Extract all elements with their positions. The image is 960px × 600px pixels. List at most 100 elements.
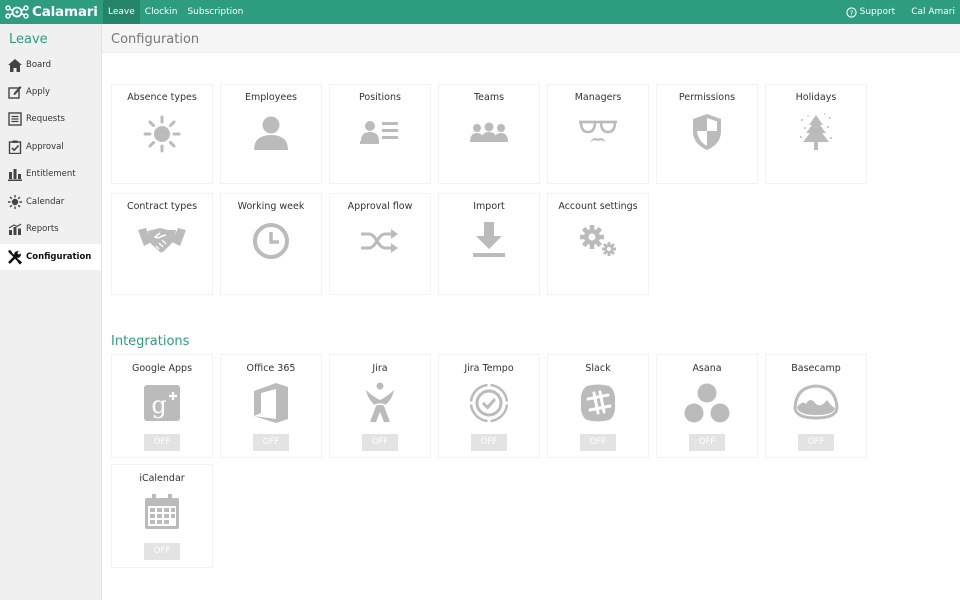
handshake-icon [138,228,186,253]
support-label: Support [859,7,896,17]
sidebar-item-requests[interactable]: Requests [0,106,101,132]
top-bar: Calamari Leave Clockin Subscription ? Su… [0,0,960,24]
clock-icon [253,223,289,259]
integration-card-google-apps[interactable]: Google Apps g OFF [111,354,213,458]
user-menu[interactable]: Cal Amari [911,7,955,17]
sidebar-item-label: Approval [26,142,64,152]
help-circle-icon: ? [845,6,857,18]
config-card-managers[interactable]: Managers [547,84,649,184]
config-card-permissions[interactable]: Permissions [656,84,758,184]
sidebar-item-approval[interactable]: Approval [0,134,101,160]
integration-status-toggle[interactable]: OFF [580,434,616,451]
sidebar-item-label: Board [26,60,51,70]
card-title: Positions [359,92,401,103]
config-card-working-week[interactable]: Working week [220,193,322,295]
logo[interactable]: Calamari [5,3,98,21]
shield-icon [693,114,721,150]
sidebar-item-entitlement[interactable]: Entitlement [0,161,101,187]
config-card-teams[interactable]: Teams [438,84,540,184]
tempo-icon [469,383,509,423]
sidebar-item-label: Requests [26,114,65,124]
integration-card-jira[interactable]: Jira OFF [329,354,431,458]
config-card-absence-types[interactable]: Absence types [111,84,213,184]
card-title: Office 365 [246,363,296,374]
card-title: Jira [372,363,388,374]
card-title: Basecamp [791,363,841,374]
integration-status-toggle[interactable]: OFF [144,434,180,451]
office-icon [254,383,288,423]
topnav-leave[interactable]: Leave [103,0,140,24]
sidebar-item-label: Configuration [26,252,92,262]
card-title: Google Apps [131,363,193,374]
sidebar-item-calendar[interactable]: Calendar [0,189,101,215]
topnav-clockin[interactable]: Clockin [140,0,183,24]
person-icon [254,116,288,150]
sidebar: Leave Board Apply Requests Approval Enti… [0,24,102,600]
integration-card-basecamp[interactable]: Basecamp OFF [765,354,867,458]
integration-card-icalendar[interactable]: iCalendar OFF [111,464,213,568]
integration-status-toggle[interactable]: OFF [689,434,725,451]
chart-icon [7,221,23,237]
integration-status-toggle[interactable]: OFF [362,434,398,451]
basecamp-icon [793,384,839,420]
config-card-import[interactable]: Import [438,193,540,295]
card-title: Asana [692,363,722,374]
calamari-logo-icon [5,5,29,19]
integration-status-toggle[interactable]: OFF [253,434,289,451]
download-icon [473,222,505,257]
logo-text: Calamari [32,4,98,20]
integration-card-jira-tempo[interactable]: Jira Tempo OFF [438,354,540,458]
google-plus-icon: g [144,385,180,421]
integration-status-toggle[interactable]: OFF [798,434,834,451]
sidebar-item-label: Calendar [26,197,65,207]
sidebar-item-board[interactable]: Board [0,52,101,78]
svg-text:?: ? [849,8,853,17]
sidebar-item-label: Apply [26,87,50,97]
svg-text:g: g [151,391,166,419]
edit-icon [7,84,23,100]
config-card-positions[interactable]: Positions [329,84,431,184]
sun-icon [143,115,181,153]
sidebar-title: Leave [9,32,48,47]
gears-icon [580,225,616,256]
card-title: Managers [574,92,622,103]
integration-status-toggle[interactable]: OFF [471,434,507,451]
sidebar-item-configuration[interactable]: Configuration [0,244,101,270]
calendar-icon [145,494,179,529]
sun-icon [7,194,23,210]
config-card-account-settings[interactable]: Account settings [547,193,649,295]
page-title: Configuration [111,32,200,47]
card-title: Import [473,201,505,212]
card-title: Working week [237,201,305,212]
card-title: Account settings [558,201,638,212]
integration-card-asana[interactable]: Asana OFF [656,354,758,458]
support-link[interactable]: ? Support [845,6,896,18]
config-card-holidays[interactable]: Holidays [765,84,867,184]
shuffle-icon [361,229,398,253]
integration-card-office-365[interactable]: Office 365 OFF [220,354,322,458]
integration-card-slack[interactable]: Slack OFF [547,354,649,458]
card-title: Approval flow [347,201,413,212]
top-right: ? Support Cal Amari [845,0,960,24]
card-title: Contract types [126,201,198,212]
glasses-mustache-icon [579,120,617,142]
sidebar-item-label: Reports [26,224,59,234]
slack-icon [580,384,616,422]
sidebar-item-reports[interactable]: Reports [0,216,101,242]
christmas-tree-icon [800,113,832,150]
card-title: Teams [473,92,505,103]
card-title: Jira Tempo [464,363,514,374]
config-card-approval-flow[interactable]: Approval flow [329,193,431,295]
config-card-contract-types[interactable]: Contract types [111,193,213,295]
page-header: Configuration [102,24,960,53]
group-icon [470,122,508,142]
card-title: Slack [585,363,611,374]
home-icon [7,57,23,73]
sidebar-item-label: Entitlement [26,169,76,179]
integration-status-toggle[interactable]: OFF [144,543,180,560]
sidebar-item-apply[interactable]: Apply [0,79,101,105]
topnav-subscription[interactable]: Subscription [182,0,248,24]
card-title: Holidays [795,92,837,103]
config-card-employees[interactable]: Employees [220,84,322,184]
list-icon [7,111,23,127]
